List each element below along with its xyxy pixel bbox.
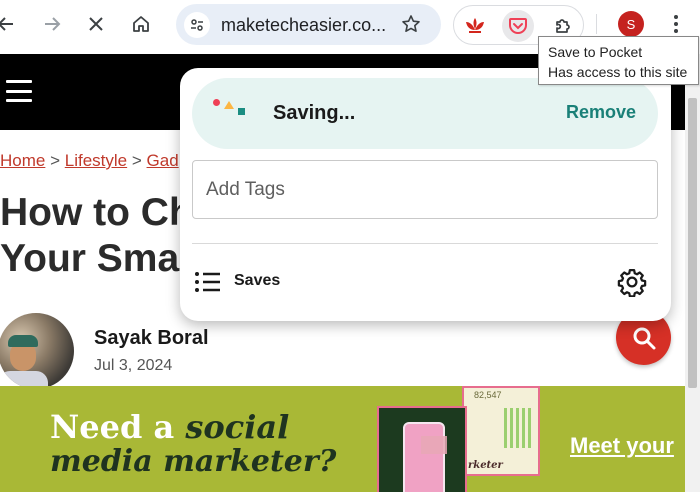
ad-headline-plain: Need a [50, 408, 175, 446]
breadcrumb-separator: > [50, 151, 61, 170]
url-text[interactable]: maketecheasier.co... [221, 15, 386, 36]
ad-cta-link[interactable]: Meet your [570, 433, 674, 459]
article-title: How to Ch Your Smar [0, 190, 200, 282]
lotus-extension-icon[interactable] [459, 10, 491, 42]
pocket-extension-icon[interactable] [502, 10, 534, 42]
tooltip-title: Save to Pocket [548, 44, 643, 60]
toolbar-divider [596, 14, 597, 34]
author-avatar[interactable] [0, 313, 74, 389]
saves-link[interactable]: Saves [194, 268, 304, 296]
breadcrumb-gadgets-link[interactable]: Gad [147, 151, 179, 170]
address-bar[interactable]: maketecheasier.co... [176, 4, 441, 45]
settings-button[interactable] [616, 266, 648, 298]
remove-button[interactable]: Remove [566, 102, 636, 123]
tooltip-subtitle: Has access to this site [548, 64, 688, 80]
breadcrumb-separator: > [131, 151, 142, 170]
save-status-bar: Saving... Remove [192, 78, 658, 149]
bookmark-star-icon[interactable] [398, 11, 424, 37]
author-name[interactable]: Sayak Boral [94, 327, 209, 350]
add-tags-input[interactable] [192, 160, 658, 219]
search-icon [633, 327, 655, 349]
extension-tooltip: Save to Pocket Has access to this site [538, 36, 699, 85]
ad-card-number: 82,547 [474, 390, 502, 400]
stop-loading-icon[interactable] [82, 10, 110, 38]
article-title-line: How to Ch [0, 191, 193, 234]
site-info-icon[interactable] [184, 12, 210, 38]
ad-headline-italic: social [185, 408, 290, 446]
ad-headline-line2: media marketer? [50, 444, 337, 479]
scrollbar-thumb[interactable] [688, 98, 697, 388]
ad-card-word: rketer [468, 460, 503, 471]
saves-label: Saves [234, 272, 281, 289]
save-status-text: Saving... [273, 102, 356, 124]
back-arrow-icon[interactable] [0, 10, 20, 38]
gear-icon [617, 269, 647, 297]
more-menu-icon[interactable] [664, 11, 688, 37]
hamburger-menu-icon[interactable] [6, 80, 32, 102]
ad-headline: Need a social [50, 408, 289, 446]
article-title-line: Your Smar [0, 237, 195, 280]
breadcrumb-home-link[interactable]: Home [0, 151, 45, 170]
ad-image-phone-card [377, 406, 467, 492]
profile-avatar[interactable]: S [618, 11, 644, 37]
pocket-popup: Saving... Remove Saves [180, 68, 671, 321]
ad-banner[interactable]: Need a social media marketer? 82,547 rke… [0, 386, 685, 492]
publish-date: Jul 3, 2024 [94, 357, 173, 374]
list-icon [195, 272, 220, 292]
forward-arrow-icon[interactable] [38, 10, 66, 38]
home-icon[interactable] [127, 10, 155, 38]
popup-divider [192, 243, 658, 244]
breadcrumb-lifestyle-link[interactable]: Lifestyle [65, 151, 127, 170]
breadcrumb: Home > Lifestyle > Gad [0, 151, 179, 171]
